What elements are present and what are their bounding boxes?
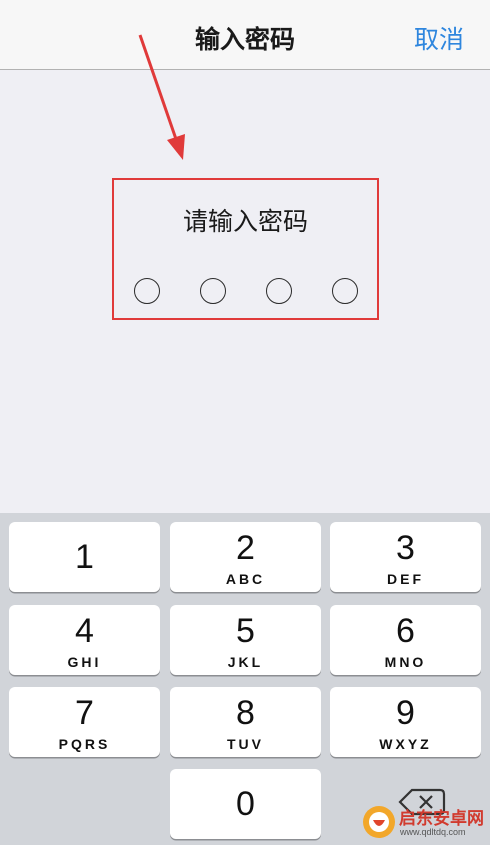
- passcode-dot-3: [266, 278, 292, 304]
- key-9-letters: WXYZ: [379, 736, 432, 752]
- key-9[interactable]: 9 WXYZ: [330, 687, 481, 757]
- key-3-digit: 3: [396, 529, 415, 567]
- key-8-digit: 8: [236, 694, 255, 732]
- key-1[interactable]: 1: [9, 522, 160, 592]
- key-4[interactable]: 4 GHI: [9, 605, 160, 675]
- key-8[interactable]: 8 TUV: [170, 687, 321, 757]
- key-7[interactable]: 7 PQRS: [9, 687, 160, 757]
- key-2-letters: ABC: [225, 571, 266, 587]
- passcode-dots: [132, 278, 362, 308]
- key-1-digit: 1: [75, 538, 94, 576]
- key-6[interactable]: 6 MNO: [330, 605, 481, 675]
- passcode-prompt: 请输入密码: [182, 207, 308, 236]
- passcode-dot-1: [134, 278, 160, 304]
- key-5[interactable]: 5 JKL: [170, 605, 321, 675]
- key-9-digit: 9: [396, 694, 415, 732]
- key-4-letters: GHI: [67, 654, 102, 670]
- watermark-url: www.qdltdq.com: [400, 827, 466, 837]
- watermark-title: 启东安卓网: [399, 809, 484, 829]
- key-7-digit: 7: [75, 694, 94, 732]
- key-0-digit: 0: [236, 785, 255, 823]
- key-3[interactable]: 3 DEF: [330, 522, 481, 592]
- watermark: 启东安卓网 www.qdltdq.com: [355, 800, 490, 845]
- passcode-panel: 请输入密码: [112, 178, 379, 320]
- key-2-digit: 2: [236, 529, 255, 567]
- key-0[interactable]: 0: [170, 769, 321, 839]
- annotation-arrow-icon: [138, 34, 185, 160]
- key-6-letters: MNO: [384, 654, 427, 670]
- key-7-letters: PQRS: [58, 736, 111, 752]
- key-3-letters: DEF: [387, 571, 424, 587]
- key-6-digit: 6: [396, 612, 415, 650]
- passcode-dot-2: [200, 278, 226, 304]
- passcode-dot-4: [332, 278, 358, 304]
- key-5-digit: 5: [236, 612, 255, 650]
- key-4-digit: 4: [75, 612, 94, 650]
- key-8-letters: TUV: [227, 736, 264, 752]
- nav-bar: 输入密码 取消: [0, 0, 490, 70]
- watermark-logo-icon: [363, 806, 395, 838]
- cancel-button[interactable]: 取消: [414, 20, 464, 56]
- key-5-letters: JKL: [227, 654, 264, 670]
- key-2[interactable]: 2 ABC: [170, 522, 321, 592]
